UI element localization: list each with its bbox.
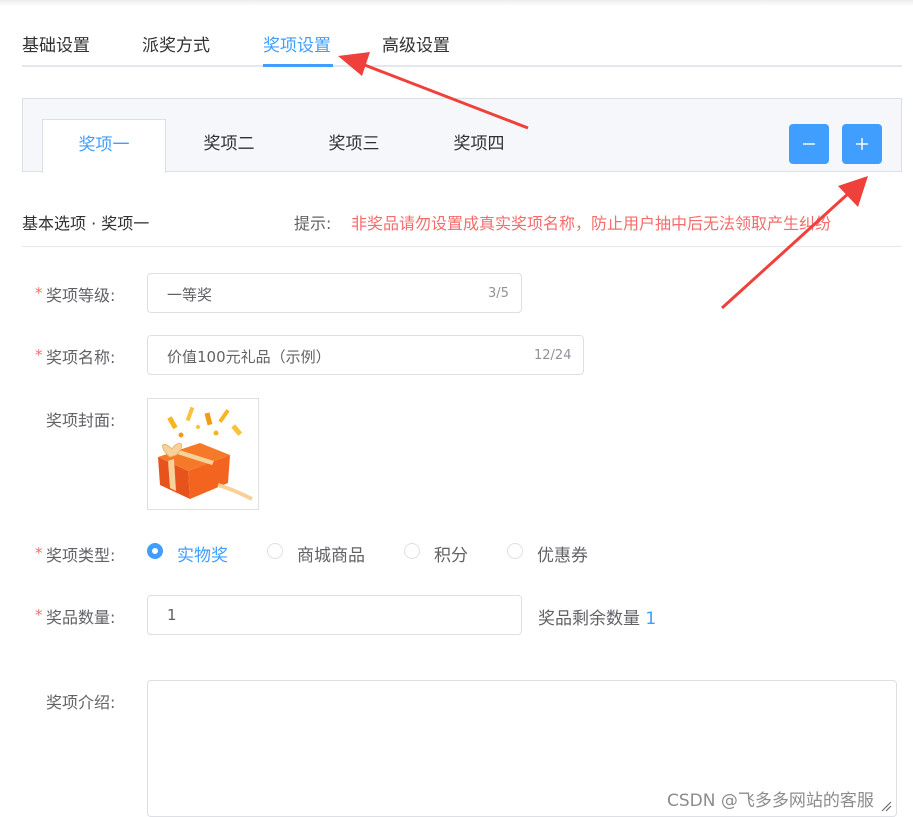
prize-tab-3[interactable]: 奖项三 <box>292 119 416 171</box>
top-shadow <box>0 0 913 6</box>
required-mark: * <box>35 284 43 302</box>
prize-level-counter: 3/5 <box>488 286 509 301</box>
gift-box-image <box>158 406 253 501</box>
hint-label: 提示: <box>294 214 332 233</box>
section-divider <box>22 246 902 247</box>
minus-icon <box>803 143 815 145</box>
prize-tab-2[interactable]: 奖项二 <box>167 119 291 171</box>
active-tab-indicator <box>263 64 333 67</box>
cover-upload[interactable] <box>147 398 259 510</box>
tab-prize-settings[interactable]: 奖项设置 <box>263 31 331 56</box>
radio-points[interactable] <box>404 543 420 559</box>
hint-warning-text: 非奖品请勿设置成真实奖项名称，防止用户抽中后无法领取产生纠纷 <box>351 214 832 233</box>
prize-tab-4[interactable]: 奖项四 <box>417 119 541 171</box>
required-mark: * <box>35 544 43 562</box>
arrow-to-add-button <box>720 176 868 310</box>
required-mark: * <box>35 346 43 364</box>
tab-basic-settings[interactable]: 基础设置 <box>22 31 90 56</box>
tab-advanced-settings[interactable]: 高级设置 <box>382 31 450 56</box>
radio-coupon[interactable] <box>507 543 523 559</box>
radio-points-label[interactable]: 积分 <box>434 541 468 566</box>
radio-mall-product[interactable] <box>267 543 283 559</box>
radio-physical[interactable] <box>147 543 163 559</box>
radio-mall-product-label[interactable]: 商城商品 <box>297 541 365 566</box>
remaining-quantity-value: 1 <box>645 609 657 629</box>
required-mark: * <box>35 606 43 624</box>
resize-handle-icon[interactable] <box>880 800 892 812</box>
quantity-label: 奖品数量: <box>46 608 116 627</box>
watermark: CSDN @飞多多网站的客服 <box>667 791 874 811</box>
section-title: 基本选项 · 奖项一 <box>22 214 150 233</box>
type-label: 奖项类型: <box>46 546 116 565</box>
prize-quantity-input[interactable] <box>147 595 522 635</box>
remaining-quantity-label: 奖品剩余数量 <box>538 609 640 629</box>
prize-name-value: 价值100元礼品（示例） <box>167 348 331 366</box>
add-prize-button[interactable] <box>842 124 882 164</box>
prize-name-counter: 12/24 <box>534 348 572 363</box>
remove-prize-button[interactable] <box>789 124 829 164</box>
prize-level-value: 一等奖 <box>167 286 213 304</box>
plus-icon <box>856 138 868 150</box>
name-label: 奖项名称: <box>46 348 116 367</box>
level-label: 奖项等级: <box>46 286 116 305</box>
prize-tab-1[interactable]: 奖项一 <box>42 119 166 173</box>
tab-award-method[interactable]: 派奖方式 <box>142 31 210 56</box>
main-tabs-divider <box>22 65 902 67</box>
remaining-quantity: 奖品剩余数量 1 <box>538 604 656 629</box>
cover-label: 奖项封面: <box>46 411 116 430</box>
prize-quantity-value: 1 <box>167 606 177 624</box>
radio-physical-label[interactable]: 实物奖 <box>177 541 228 566</box>
radio-coupon-label[interactable]: 优惠券 <box>537 541 588 566</box>
intro-label: 奖项介绍: <box>46 693 116 712</box>
